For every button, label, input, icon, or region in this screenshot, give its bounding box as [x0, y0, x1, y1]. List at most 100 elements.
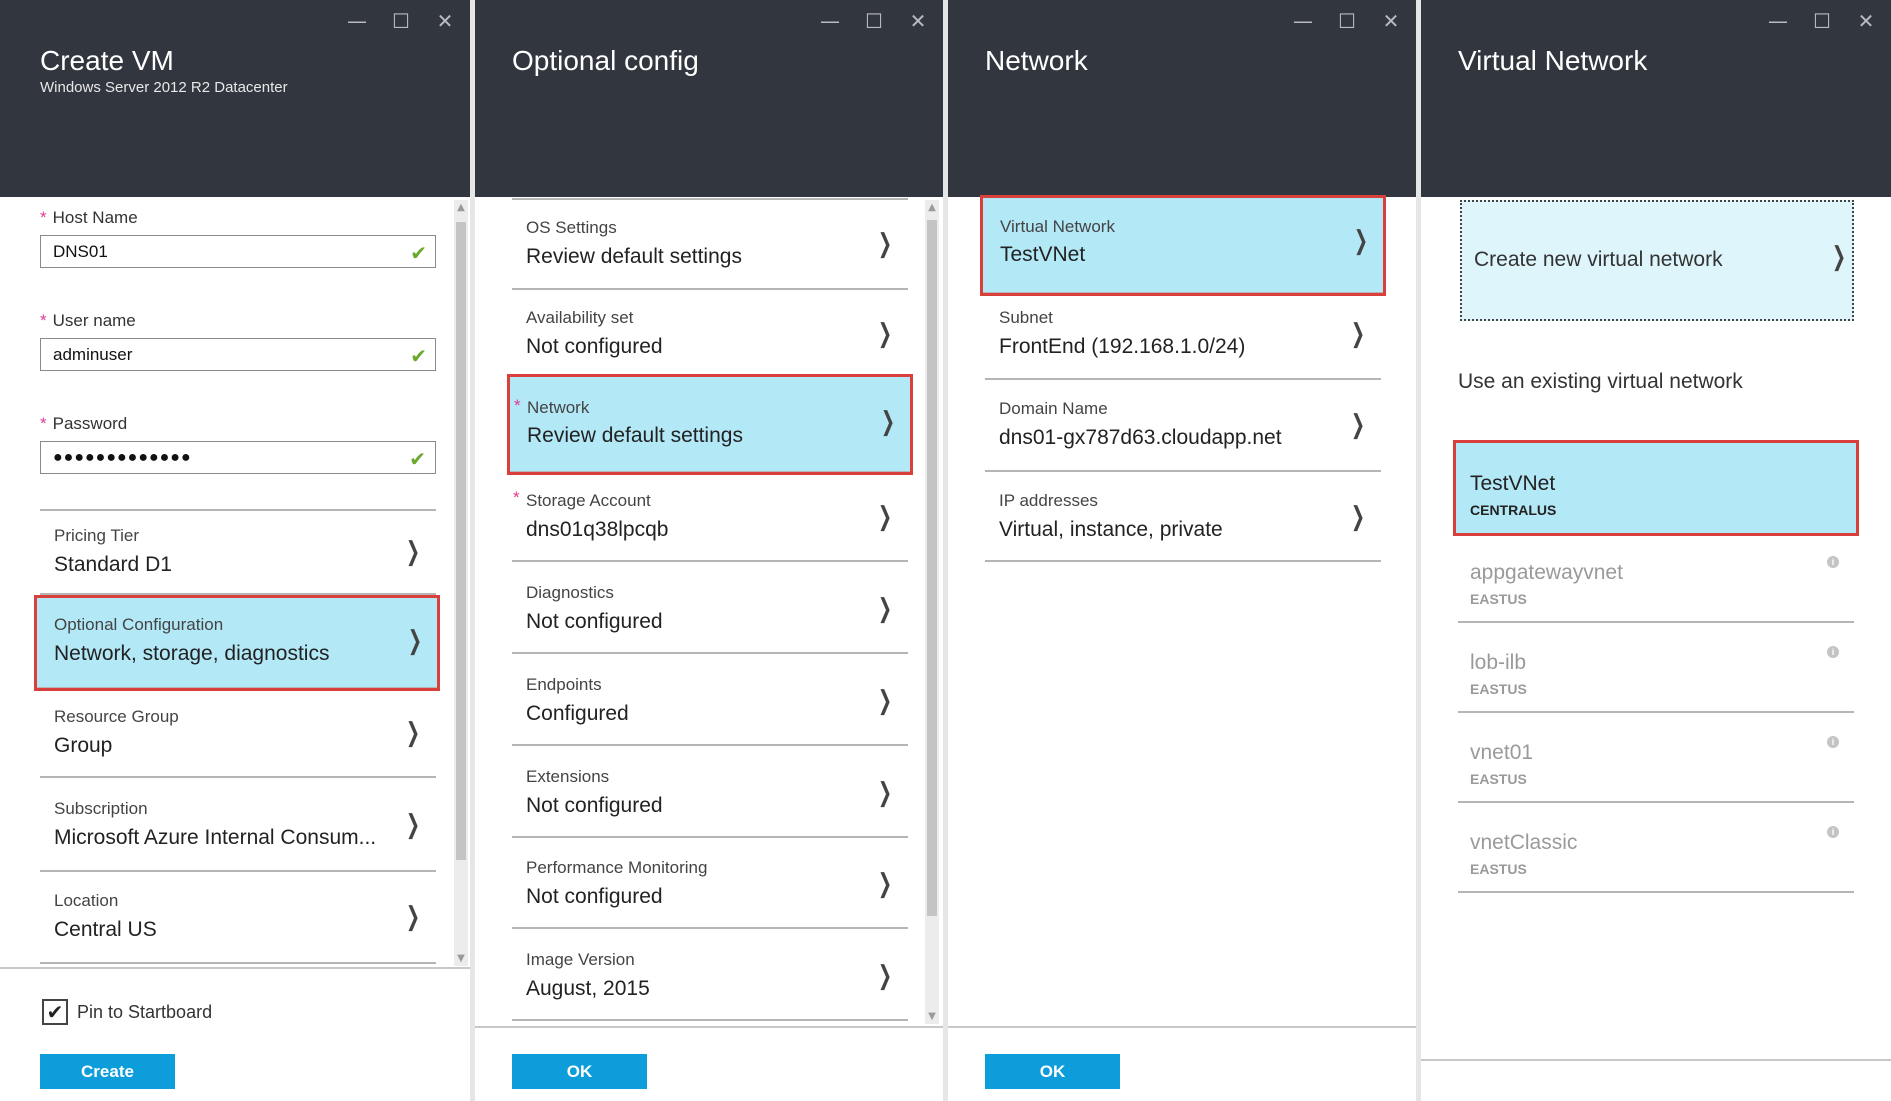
vnet-item-testvnet[interactable]: TestVNet CENTRALUS	[1453, 440, 1859, 536]
chevron-right-icon: ❯	[406, 718, 421, 748]
vnet-item-vnet01[interactable]: vnet01 EASTUS i	[1458, 713, 1854, 803]
info-icon[interactable]: i	[1827, 556, 1839, 568]
scroll-up-icon[interactable]: ▲	[925, 202, 939, 213]
chevron-right-icon: ❯	[878, 778, 893, 808]
blade-title: Optional config	[512, 45, 699, 76]
vnet-region: EASTUS	[1470, 591, 1527, 607]
row-value: Not configured	[526, 794, 663, 817]
vnet-region: EASTUS	[1470, 681, 1527, 697]
subscription-row[interactable]: Subscription Microsoft Azure Internal Co…	[40, 784, 436, 872]
network-row[interactable]: * Network Review default settings ❯	[507, 374, 913, 475]
info-icon[interactable]: i	[1827, 826, 1839, 838]
chevron-right-icon: ❯	[878, 229, 893, 259]
info-icon[interactable]: i	[1827, 736, 1839, 748]
row-label: OS Settings	[526, 218, 617, 237]
vnet-item-lob-ilb[interactable]: lob-ilb EASTUS i	[1458, 623, 1854, 713]
vnet-region: CENTRALUS	[1470, 502, 1557, 518]
chevron-right-icon: ❯	[406, 537, 421, 567]
blade-header: — ☐ ✕ Network	[948, 0, 1416, 197]
ok-button[interactable]: OK	[512, 1054, 647, 1089]
minimize-icon[interactable]: —	[346, 10, 368, 32]
endpoints-row[interactable]: Endpoints Configured ❯	[512, 660, 908, 746]
location-row[interactable]: Location Central US ❯	[40, 876, 436, 964]
close-icon[interactable]: ✕	[907, 10, 929, 32]
footer-divider	[0, 967, 470, 969]
user-name-input[interactable]: adminuser ✔	[40, 338, 436, 371]
row-label: Storage Account	[526, 491, 651, 510]
create-new-virtual-network-button[interactable]: Create new virtual network ❯	[1460, 200, 1854, 321]
storage-account-row[interactable]: * Storage Account dns01q38lpcqb ❯	[512, 476, 908, 562]
close-icon[interactable]: ✕	[1380, 10, 1402, 32]
pin-checkbox[interactable]: ✔	[42, 999, 68, 1025]
scroll-down-icon[interactable]: ▼	[454, 953, 468, 964]
close-icon[interactable]: ✕	[434, 10, 456, 32]
row-value: Not configured	[526, 335, 663, 358]
window-controls: — ☐ ✕	[1767, 10, 1877, 32]
minimize-icon[interactable]: —	[819, 10, 841, 32]
row-value: Not configured	[526, 610, 663, 633]
vnet-name: lob-ilb	[1470, 651, 1527, 674]
scroll-up-icon[interactable]: ▲	[454, 202, 468, 213]
diagnostics-row[interactable]: Diagnostics Not configured ❯	[512, 568, 908, 654]
resource-group-row[interactable]: Resource Group Group ❯	[40, 692, 436, 778]
minimize-icon[interactable]: —	[1767, 10, 1789, 32]
required-marker: *	[514, 396, 521, 415]
row-label: Diagnostics	[526, 583, 614, 602]
row-value: August, 2015	[526, 977, 650, 1000]
chevron-right-icon: ❯	[1351, 319, 1366, 349]
info-icon[interactable]: i	[1827, 646, 1839, 658]
field-label: * User name	[40, 311, 136, 330]
create-button[interactable]: Create	[40, 1054, 175, 1089]
vnet-name: vnet01	[1470, 741, 1534, 764]
maximize-icon[interactable]: ☐	[390, 10, 412, 32]
row-label: Image Version	[526, 950, 635, 969]
chevron-right-icon: ❯	[406, 902, 421, 932]
valid-check-icon: ✔	[410, 344, 427, 368]
chevron-right-icon: ❯	[1351, 502, 1366, 532]
os-settings-row[interactable]: OS Settings Review default settings ❯	[512, 203, 908, 290]
chevron-right-icon: ❯	[406, 810, 421, 840]
footer-divider	[948, 1026, 1416, 1028]
availability-set-row[interactable]: Availability set Not configured ❯	[512, 293, 908, 380]
maximize-icon[interactable]: ☐	[863, 10, 885, 32]
image-version-row[interactable]: Image Version August, 2015 ❯	[512, 935, 908, 1021]
scrollbar[interactable]: ▲ ▼	[454, 200, 468, 966]
chevron-right-icon: ❯	[878, 686, 893, 716]
row-value: dns01q38lpcqb	[526, 518, 669, 541]
password-input[interactable]: ●●●●●●●●●●●●● ✔	[40, 441, 436, 474]
row-value: Standard D1	[54, 553, 172, 576]
scroll-thumb[interactable]	[456, 222, 466, 860]
subnet-row[interactable]: Subnet FrontEnd (192.168.1.0/24) ❯	[985, 293, 1381, 380]
vnet-item-vnetclassic[interactable]: vnetClassic EASTUS i	[1458, 803, 1854, 893]
minimize-icon[interactable]: —	[1292, 10, 1314, 32]
pricing-tier-row[interactable]: Pricing Tier Standard D1 ❯	[40, 511, 436, 595]
ok-button[interactable]: OK	[985, 1054, 1120, 1089]
optional-config-blade: — ☐ ✕ Optional config OS Settings Review…	[475, 0, 943, 1101]
create-vm-blade: — ☐ ✕ Create VM Windows Server 2012 R2 D…	[0, 0, 470, 1101]
row-value: Not configured	[526, 885, 663, 908]
close-icon[interactable]: ✕	[1855, 10, 1877, 32]
vnet-name: TestVNet	[1470, 472, 1556, 495]
top-divider	[512, 197, 908, 200]
row-label: Subnet	[999, 308, 1053, 327]
virtual-network-row[interactable]: Virtual Network TestVNet ❯	[980, 195, 1386, 296]
performance-monitoring-row[interactable]: Performance Monitoring Not configured ❯	[512, 843, 908, 929]
maximize-icon[interactable]: ☐	[1336, 10, 1358, 32]
scrollbar[interactable]: ▲ ▼	[925, 200, 939, 1024]
domain-name-row[interactable]: Domain Name dns01-gx787d63.cloudapp.net …	[985, 384, 1381, 472]
optional-configuration-row[interactable]: Optional Configuration Network, storage,…	[34, 595, 440, 691]
scroll-down-icon[interactable]: ▼	[925, 1011, 939, 1022]
row-value: FrontEnd (192.168.1.0/24)	[999, 335, 1246, 358]
maximize-icon[interactable]: ☐	[1811, 10, 1833, 32]
row-value: Configured	[526, 702, 629, 725]
required-marker: *	[40, 414, 47, 433]
scroll-thumb[interactable]	[927, 220, 937, 916]
chevron-right-icon: ❯	[878, 319, 893, 349]
network-blade: — ☐ ✕ Network Virtual Network TestVNet ❯…	[948, 0, 1416, 1101]
vnet-region: EASTUS	[1470, 861, 1527, 877]
ip-addresses-row[interactable]: IP addresses Virtual, instance, private …	[985, 476, 1381, 562]
extensions-row[interactable]: Extensions Not configured ❯	[512, 752, 908, 838]
host-name-input[interactable]: DNS01 ✔	[40, 235, 436, 268]
vnet-item-appgatewayvnet[interactable]: appgatewayvnet EASTUS i	[1458, 533, 1854, 623]
host-name-field: * Host Name DNS01 ✔	[40, 208, 436, 268]
